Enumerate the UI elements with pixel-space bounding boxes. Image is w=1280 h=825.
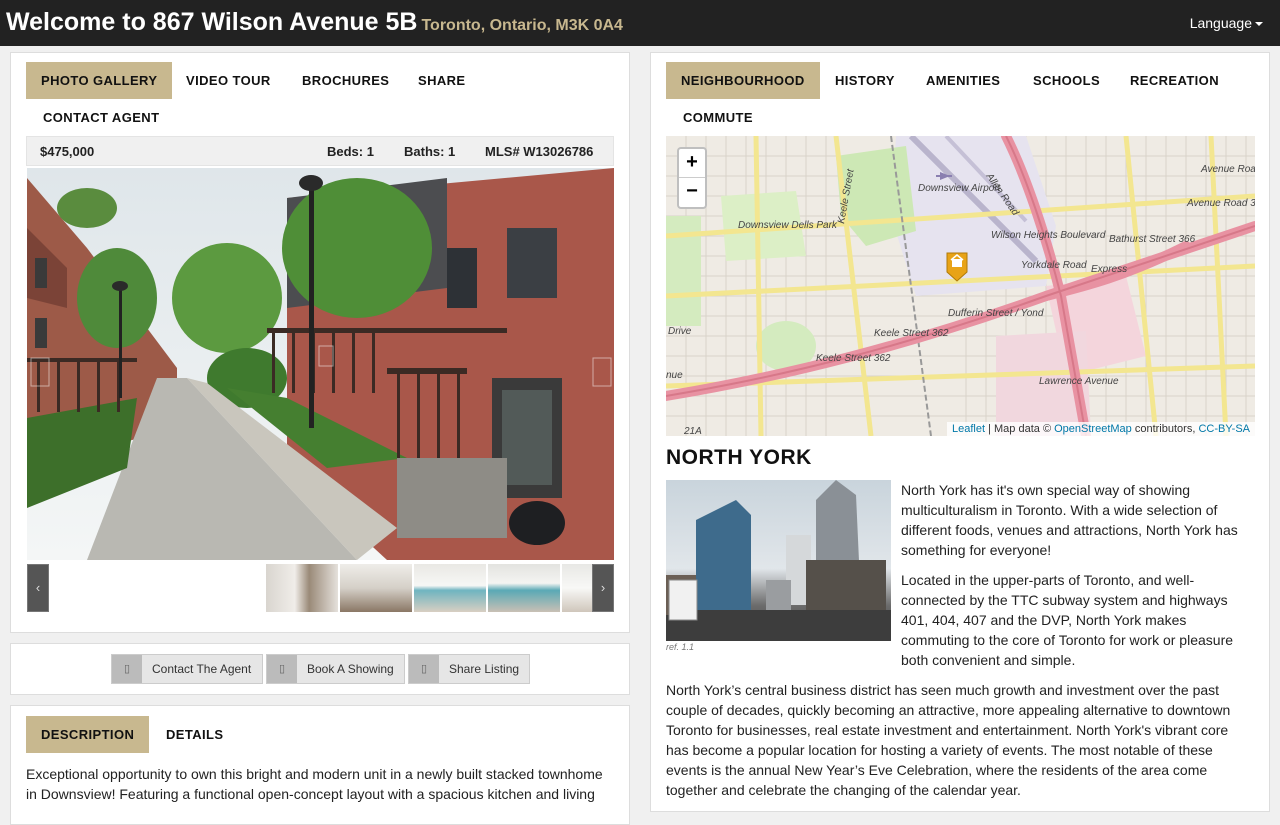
main-photo[interactable] — [27, 168, 614, 560]
contact-agent-button[interactable]: ▯ Contact The Agent — [111, 654, 263, 684]
share-icon: ▯ — [409, 655, 439, 683]
chevron-left-icon: ‹ — [35, 580, 41, 595]
language-label: Language — [1189, 15, 1252, 31]
gallery-thumbnail[interactable] — [414, 564, 486, 612]
map-label-keele-362b: Keele Street 362 — [816, 353, 891, 364]
share-listing-button[interactable]: ▯ Share Listing — [408, 654, 530, 684]
map-label-yorkdale: Yorkdale Road — [1021, 260, 1087, 271]
neighbourhood-panel: NEIGHBOURHOOD HISTORY AMENITIES SCHOOLS … — [650, 52, 1270, 812]
photo-caption: ref. 1.1 — [666, 642, 695, 652]
contributors-text: contributors, — [1134, 423, 1196, 435]
gallery-thumbnail[interactable] — [266, 564, 338, 612]
zoom-in-button[interactable]: + — [679, 149, 705, 178]
tab-contact-agent[interactable]: CONTACT AGENT — [43, 99, 159, 136]
townhouse-photo — [27, 168, 614, 560]
gallery-prev-button[interactable]: ‹ — [27, 564, 49, 612]
envelope-icon: ▯ — [112, 655, 142, 683]
gallery-thumbnail[interactable] — [488, 564, 560, 612]
license-link[interactable]: CC-BY-SA — [1198, 423, 1250, 435]
map-label-wilson-heights: Wilson Heights Boulevard — [991, 230, 1106, 241]
map-label-express: Express — [1091, 264, 1127, 275]
listing-price: $475,000 — [40, 144, 95, 159]
map-zoom-control: + − — [677, 147, 707, 209]
share-listing-label: Share Listing — [449, 662, 520, 676]
map-attribution: Leaflet | Map data © OpenStreetMap contr… — [947, 422, 1255, 436]
page-title: Welcome to 867 Wilson Avenue 5B Toronto, … — [6, 8, 623, 37]
map-data-text: | Map data © — [988, 423, 1052, 435]
action-bar: ▯ Contact The Agent ▯ Book A Showing ▯ Shar… — [10, 643, 630, 695]
tab-schools[interactable]: SCHOOLS — [1033, 62, 1100, 99]
chevron-right-icon: › — [600, 580, 606, 595]
city-skyline-photo — [666, 480, 891, 641]
leaflet-link[interactable]: Leaflet — [952, 423, 985, 435]
neighbourhood-photo[interactable] — [666, 480, 891, 641]
gallery-thumbnail[interactable] — [340, 564, 412, 612]
caret-down-icon — [1255, 22, 1263, 27]
listing-baths: Baths: 1 — [404, 144, 456, 159]
neighbourhood-paragraph-2: Located in the upper-parts of Toronto, a… — [901, 572, 1234, 668]
neighbourhood-title: NORTH YORK — [666, 446, 812, 469]
tab-commute[interactable]: COMMUTE — [683, 99, 753, 136]
map-tiles: Downsview Airport Downsview Dells Park K… — [666, 136, 1255, 436]
neighbourhood-paragraph-3: North York’s central business district h… — [666, 682, 1231, 798]
top-bar: Welcome to 867 Wilson Avenue 5B Toronto, … — [0, 0, 1280, 46]
tab-brochures[interactable]: BROCHURES — [302, 62, 389, 99]
listing-info-bar: $475,000 Beds: 1 Baths: 1 MLS# W13026786 — [26, 136, 614, 166]
tab-amenities[interactable]: AMENITIES — [926, 62, 1000, 99]
listing-beds: Beds: 1 — [327, 144, 374, 159]
tab-recreation[interactable]: RECREATION — [1130, 62, 1219, 99]
listing-mls: MLS# W13026786 — [485, 144, 594, 159]
gallery-next-button[interactable]: › — [592, 564, 614, 612]
map-label-park: Downsview Dells Park — [738, 220, 838, 231]
tab-video-tour[interactable]: VIDEO TOUR — [186, 62, 271, 99]
zoom-out-button[interactable]: − — [679, 178, 705, 207]
tab-neighbourhood[interactable]: NEIGHBOURHOOD — [666, 62, 820, 99]
map-label-avenue-road-a: Avenue Road 367 — [1200, 164, 1255, 175]
map-label-drive: Drive — [668, 326, 692, 337]
description-text: Exceptional opportunity to own this brig… — [26, 766, 603, 802]
map-label-21a: 21A — [683, 426, 702, 436]
map-label-dufferin: Dufferin Street / Yond — [948, 308, 1044, 319]
tab-details[interactable]: DETAILS — [166, 716, 223, 753]
map-label-nue: nue — [666, 370, 683, 381]
tab-photo-gallery[interactable]: PHOTO GALLERY — [26, 62, 173, 99]
tab-description[interactable]: DESCRIPTION — [26, 716, 150, 753]
calendar-icon: ▯ — [267, 655, 297, 683]
map-label-lawrence: Lawrence Avenue — [1039, 376, 1119, 387]
book-showing-label: Book A Showing — [307, 662, 394, 676]
tab-share[interactable]: SHARE — [418, 62, 466, 99]
tab-history[interactable]: HISTORY — [835, 62, 895, 99]
address-title: Welcome to 867 Wilson Avenue 5B — [6, 8, 418, 36]
contact-agent-label: Contact The Agent — [152, 662, 252, 676]
media-panel: PHOTO GALLERY VIDEO TOUR BROCHURES SHARE… — [10, 52, 630, 633]
address-subtitle: Toronto, Ontario, M3K 0A4 — [421, 17, 623, 34]
map-label-avenue-road-b: Avenue Road 367 — [1186, 198, 1255, 209]
neighbourhood-paragraph-1: North York has it's own special way of s… — [901, 482, 1238, 558]
neighbourhood-map[interactable]: Downsview Airport Downsview Dells Park K… — [666, 136, 1255, 436]
book-showing-button[interactable]: ▯ Book A Showing — [266, 654, 405, 684]
map-label-keele-362a: Keele Street 362 — [874, 328, 949, 339]
map-label-bathurst: Bathurst Street 366 — [1109, 234, 1196, 245]
osm-link[interactable]: OpenStreetMap — [1054, 423, 1132, 435]
description-panel: DESCRIPTION DETAILS Exceptional opportun… — [10, 705, 630, 825]
language-dropdown[interactable]: Language — [1190, 15, 1263, 31]
